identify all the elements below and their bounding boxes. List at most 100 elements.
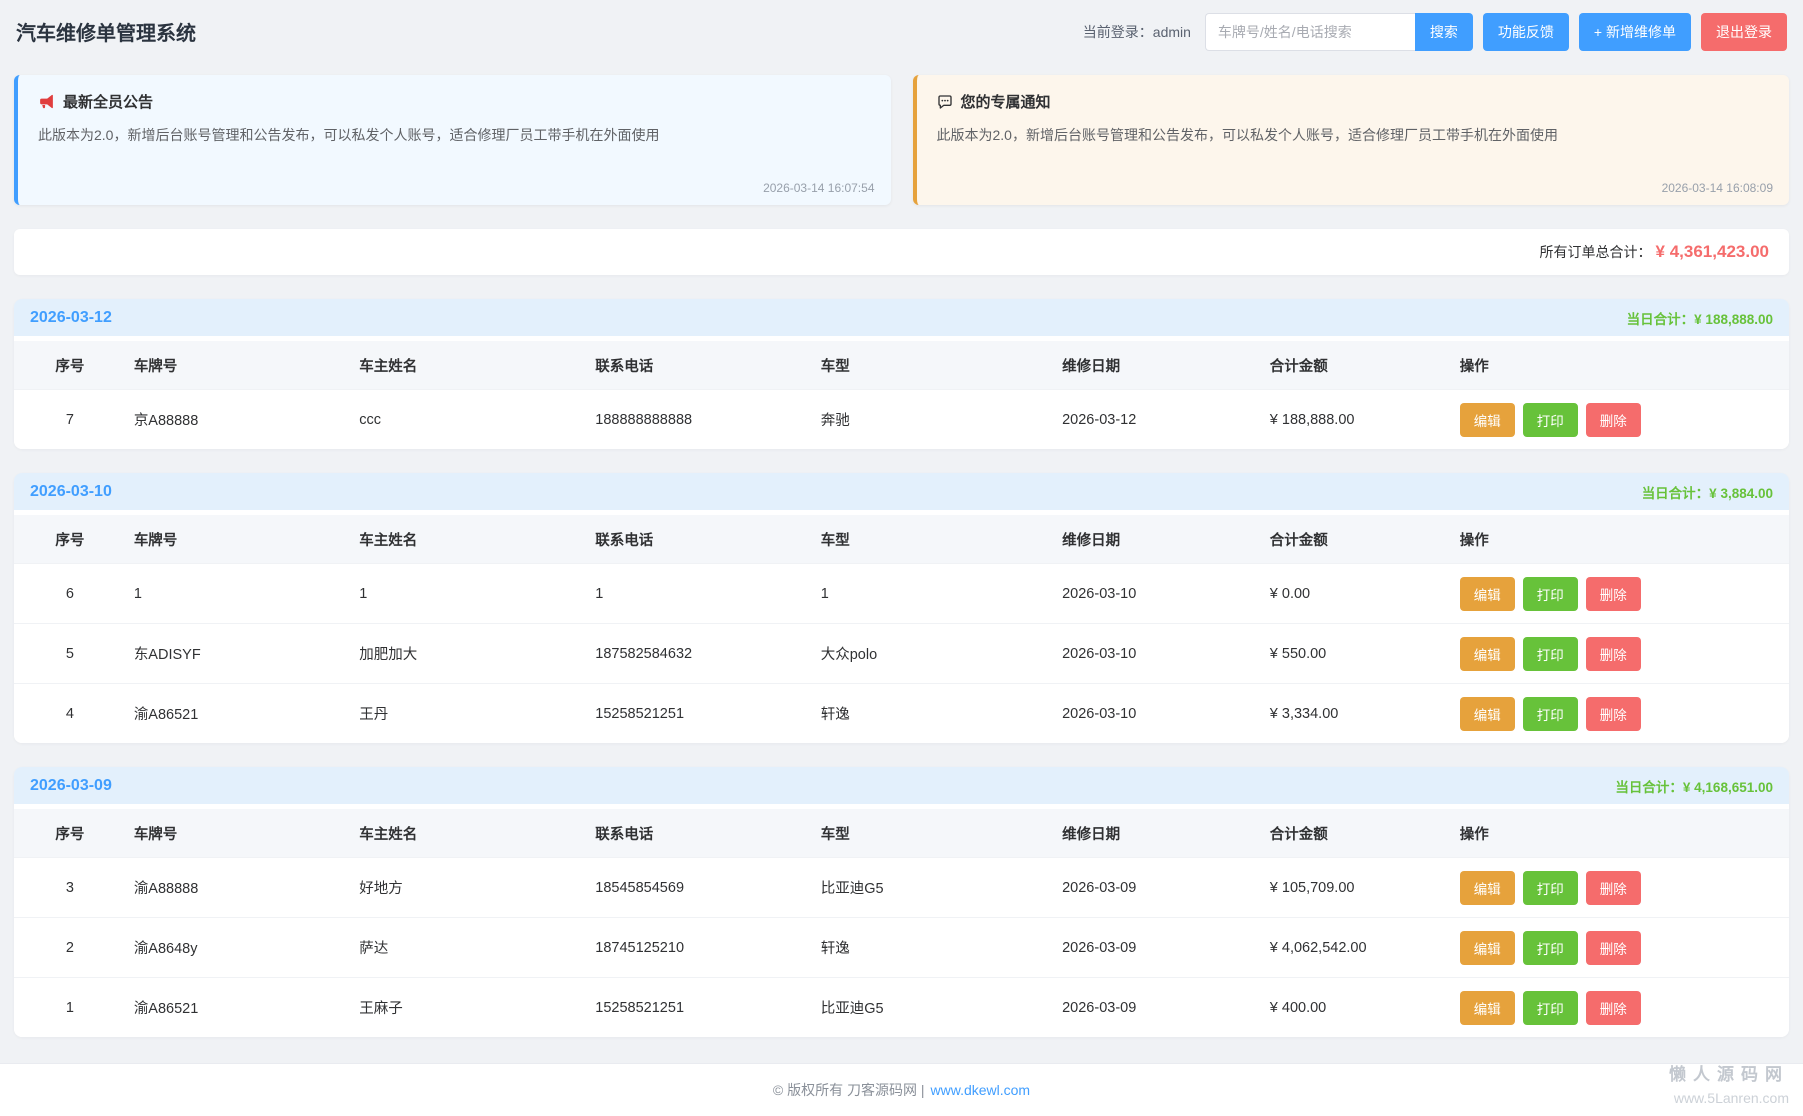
delete-button[interactable]: 删除 [1586, 697, 1641, 731]
table-cell: 188888888888 [587, 412, 812, 428]
table-cell: 萨达 [351, 937, 587, 958]
section-date: 2026-03-09 [30, 777, 112, 795]
edit-button[interactable]: 编辑 [1460, 931, 1515, 965]
day-section: 2026-03-09 当日合计：¥ 4,168,651.00 序号车牌号车主姓名… [14, 767, 1789, 1037]
table-cell: 4 [14, 706, 126, 722]
table-cell: 奔驰 [813, 409, 1054, 430]
table-cell: 比亚迪G5 [813, 877, 1054, 898]
announcement-title: 最新全员公告 [63, 91, 153, 112]
table-cell: 2026-03-10 [1054, 646, 1262, 662]
column-header: 操作 [1452, 823, 1789, 844]
table-cell: ¥ 0.00 [1262, 586, 1452, 602]
orders-table: 序号车牌号车主姓名联系电话车型维修日期合计金额操作 611112026-03-1… [14, 510, 1789, 743]
table-cell: 轩逸 [813, 937, 1054, 958]
table-cell: 187582584632 [587, 646, 812, 662]
table-cell: 京A88888 [126, 409, 351, 430]
table-cell: 2026-03-09 [1054, 880, 1262, 896]
table-cell: 5 [14, 646, 126, 662]
column-header: 维修日期 [1054, 529, 1262, 550]
table-cell: ¥ 3,334.00 [1262, 706, 1452, 722]
table-row: 1渝A86521王麻子15258521251比亚迪G52026-03-09¥ 4… [14, 977, 1789, 1037]
print-button[interactable]: 打印 [1523, 871, 1578, 905]
search-button[interactable]: 搜索 [1415, 13, 1473, 51]
notice-timestamp: 2026-03-14 16:08:09 [1662, 181, 1773, 195]
notice-title: 您的专属通知 [961, 91, 1051, 112]
table-cell: 18745125210 [587, 940, 812, 956]
table-cell: 王麻子 [351, 997, 587, 1018]
search-input[interactable] [1205, 13, 1415, 51]
delete-button[interactable]: 删除 [1586, 931, 1641, 965]
table-cell: 2026-03-09 [1054, 940, 1262, 956]
row-actions: 编辑打印删除 [1452, 991, 1789, 1025]
table-row: 4渝A86521王丹15258521251轩逸2026-03-10¥ 3,334… [14, 683, 1789, 743]
column-header: 联系电话 [587, 355, 812, 376]
delete-button[interactable]: 删除 [1586, 871, 1641, 905]
column-header: 车牌号 [126, 823, 351, 844]
table-cell: 比亚迪G5 [813, 997, 1054, 1018]
table-cell: 2026-03-09 [1054, 1000, 1262, 1016]
table-cell: 加肥加大 [351, 643, 587, 664]
table-cell: 渝A86521 [126, 703, 351, 724]
day-section-header: 2026-03-12 当日合计：¥ 188,888.00 [14, 299, 1789, 336]
edit-button[interactable]: 编辑 [1460, 871, 1515, 905]
column-header: 车主姓名 [351, 823, 587, 844]
table-row: 5东ADISYF加肥加大187582584632大众polo2026-03-10… [14, 623, 1789, 683]
print-button[interactable]: 打印 [1523, 577, 1578, 611]
delete-button[interactable]: 删除 [1586, 403, 1641, 437]
table-row: 611112026-03-10¥ 0.00编辑打印删除 [14, 563, 1789, 623]
personal-notice-card: 您的专属通知 此版本为2.0，新增后台账号管理和公告发布，可以私发个人账号，适合… [913, 75, 1790, 205]
edit-button[interactable]: 编辑 [1460, 697, 1515, 731]
feedback-button[interactable]: 功能反馈 [1483, 13, 1569, 51]
print-button[interactable]: 打印 [1523, 931, 1578, 965]
announcements: 最新全员公告 此版本为2.0，新增后台账号管理和公告发布，可以私发个人账号，适合… [14, 75, 1789, 205]
login-status: 当前登录：admin [1083, 22, 1191, 42]
edit-button[interactable]: 编辑 [1460, 637, 1515, 671]
table-body: 611112026-03-10¥ 0.00编辑打印删除 5东ADISYF加肥加大… [14, 563, 1789, 743]
print-button[interactable]: 打印 [1523, 403, 1578, 437]
delete-button[interactable]: 删除 [1586, 991, 1641, 1025]
column-header: 序号 [14, 823, 126, 844]
footer: © 版权所有 刀客源码网 | www.dkewl.com [0, 1063, 1803, 1116]
edit-button[interactable]: 编辑 [1460, 403, 1515, 437]
section-date: 2026-03-10 [30, 483, 112, 501]
table-cell: ¥ 550.00 [1262, 646, 1452, 662]
edit-button[interactable]: 编辑 [1460, 577, 1515, 611]
day-section-header: 2026-03-10 当日合计：¥ 3,884.00 [14, 473, 1789, 510]
table-cell: 15258521251 [587, 706, 812, 722]
column-header: 车型 [813, 529, 1054, 550]
table-cell: ¥ 4,062,542.00 [1262, 940, 1452, 956]
watermark-site-name: 懒人源码网 [1669, 1063, 1789, 1088]
print-button[interactable]: 打印 [1523, 991, 1578, 1025]
delete-button[interactable]: 删除 [1586, 577, 1641, 611]
search-group: 搜索 [1205, 13, 1473, 51]
column-header: 维修日期 [1054, 355, 1262, 376]
add-repair-order-button[interactable]: + 新增维修单 [1579, 13, 1691, 51]
topbar: 汽车维修单管理系统 当前登录：admin 搜索 功能反馈 + 新增维修单 退出登… [0, 0, 1803, 63]
print-button[interactable]: 打印 [1523, 637, 1578, 671]
table-row: 7京A88888ccc188888888888奔驰2026-03-12¥ 188… [14, 389, 1789, 449]
megaphone-icon [38, 93, 55, 110]
column-header: 车型 [813, 823, 1054, 844]
table-cell: 1 [14, 1000, 126, 1016]
footer-link[interactable]: www.dkewl.com [931, 1082, 1031, 1098]
table-cell: 渝A88888 [126, 877, 351, 898]
edit-button[interactable]: 编辑 [1460, 991, 1515, 1025]
announcement-timestamp: 2026-03-14 16:07:54 [763, 181, 874, 195]
table-cell: ccc [351, 412, 587, 428]
column-header: 序号 [14, 355, 126, 376]
logout-button[interactable]: 退出登录 [1701, 13, 1787, 51]
orders-total-amount: ¥ 4,361,423.00 [1656, 242, 1769, 262]
column-header: 操作 [1452, 529, 1789, 550]
row-actions: 编辑打印删除 [1452, 697, 1789, 731]
row-actions: 编辑打印删除 [1452, 403, 1789, 437]
delete-button[interactable]: 删除 [1586, 637, 1641, 671]
table-header-row: 序号车牌号车主姓名联系电话车型维修日期合计金额操作 [14, 341, 1789, 389]
table-cell: ¥ 400.00 [1262, 1000, 1452, 1016]
print-button[interactable]: 打印 [1523, 697, 1578, 731]
table-cell: 6 [14, 586, 126, 602]
table-header-row: 序号车牌号车主姓名联系电话车型维修日期合计金额操作 [14, 809, 1789, 857]
table-cell: 2 [14, 940, 126, 956]
orders-table: 序号车牌号车主姓名联系电话车型维修日期合计金额操作 3渝A88888好地方185… [14, 804, 1789, 1037]
column-header: 操作 [1452, 355, 1789, 376]
table-cell: 轩逸 [813, 703, 1054, 724]
